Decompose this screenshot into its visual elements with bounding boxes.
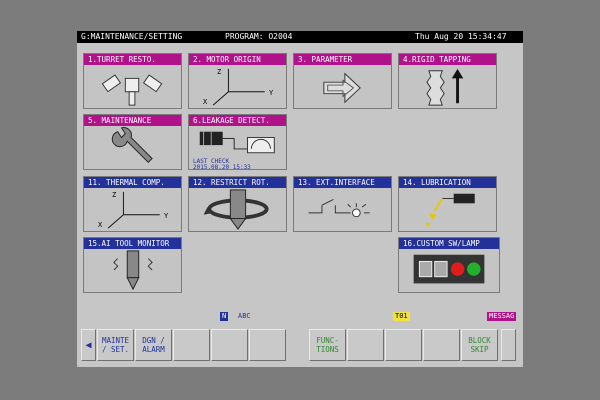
axis-y-label: Y	[269, 89, 274, 97]
leak-check-time: 2015.08.20 15:33	[193, 164, 251, 171]
tile-motor-origin[interactable]: 2. MOTOR ORIGIN Z Y X	[188, 53, 287, 109]
tile-label: 3. PARAMETER	[294, 54, 391, 65]
mode-title: G:MAINTENANCE/SETTING	[81, 32, 183, 41]
tile-label: 4.RIGID TAPPING	[399, 54, 496, 65]
rotate-drill-icon	[189, 188, 286, 231]
next-softkey-button[interactable]	[501, 329, 516, 361]
tile-label: 1.TURRET RESTO.	[84, 54, 181, 65]
softkey-3[interactable]	[173, 329, 210, 361]
softkey-8[interactable]	[347, 329, 384, 361]
tile-label: 6.LEAKAGE DETECT.	[189, 115, 286, 126]
wrench-icon	[84, 126, 181, 169]
status-message: MESSAG	[487, 312, 517, 321]
axis-z-label: Z	[112, 191, 117, 199]
tile-lubrication[interactable]: 14. LUBRICATION	[398, 176, 497, 232]
softkey-functions[interactable]: FUNC- TIONS	[309, 329, 346, 361]
tile-parameter[interactable]: 3. PARAMETER	[293, 53, 392, 109]
maintenance-screen: G:MAINTENANCE/SETTING PROGRAM: O2004 Thu…	[77, 31, 523, 367]
status-tool: T01	[393, 312, 410, 321]
status-abc: ABC	[236, 312, 253, 321]
softkey-5[interactable]	[249, 329, 286, 361]
title-bar: G:MAINTENANCE/SETTING PROGRAM: O2004 Thu…	[77, 31, 523, 43]
tile-ai-tool-monitor[interactable]: 15.AI TOOL MONITOR	[83, 237, 182, 293]
softkey-4[interactable]	[211, 329, 248, 361]
tile-label: 13. EXT.INTERFACE	[294, 177, 391, 188]
switch-panel-icon	[399, 249, 499, 292]
tile-label: 5. MAINTENANCE	[84, 115, 181, 126]
axis-z-label: Z	[217, 68, 222, 76]
softkey-9[interactable]	[385, 329, 422, 361]
axis-y-label: Y	[164, 212, 169, 220]
tool-vibration-icon	[84, 249, 181, 292]
softkey-mainte-set[interactable]: MAINTE / SET.	[97, 329, 134, 361]
tile-ext-interface[interactable]: 13. EXT.INTERFACE	[293, 176, 392, 232]
tile-label: 2. MOTOR ORIGIN	[189, 54, 286, 65]
tile-restrict-rot[interactable]: 12. RESTRICT ROT.	[188, 176, 287, 232]
program-number: PROGRAM: O2004	[225, 32, 293, 41]
arrow-right-icon	[294, 65, 391, 108]
tap-icon	[399, 65, 496, 108]
oil-gun-icon	[399, 188, 496, 231]
axis-x-label: X	[98, 221, 103, 229]
softkey-10[interactable]	[423, 329, 460, 361]
switch-lamp-icon	[294, 188, 391, 231]
turret-icon	[84, 65, 181, 108]
softkey-dgn-alarm[interactable]: DGN / ALARM	[135, 329, 172, 361]
tile-label: 12. RESTRICT ROT.	[189, 177, 286, 188]
tile-maintenance[interactable]: 5. MAINTENANCE	[83, 114, 182, 170]
softkey-block-skip[interactable]: BLOCK SKIP	[461, 329, 498, 361]
tile-label: 14. LUBRICATION	[399, 177, 496, 188]
tile-thermal-comp[interactable]: 11. THERMAL COMP. Z Y X	[83, 176, 182, 232]
prev-softkey-button[interactable]: ◀	[81, 329, 96, 361]
status-n: N	[220, 312, 229, 321]
axis-x-label: X	[203, 98, 208, 106]
tile-label: 11. THERMAL COMP.	[84, 177, 181, 188]
tile-leakage-detect[interactable]: 6.LEAKAGE DETECT. LAST CHECK 2015.08.20 …	[188, 114, 287, 171]
tile-rigid-tapping[interactable]: 4.RIGID TAPPING	[398, 53, 497, 109]
tile-label: 16.CUSTOM SW/LAMP	[399, 238, 499, 249]
tile-turret-resto[interactable]: 1.TURRET RESTO.	[83, 53, 182, 109]
tile-label: 15.AI TOOL MONITOR	[84, 238, 181, 249]
date-time: Thu Aug 20 15:34:47	[415, 32, 507, 41]
left-triangle-icon: ◀	[85, 339, 92, 351]
softkey-bar: ◀ MAINTE / SET. DGN / ALARM FUNC- TIONS …	[77, 325, 523, 365]
tile-custom-sw-lamp[interactable]: 16.CUSTOM SW/LAMP	[398, 237, 500, 293]
